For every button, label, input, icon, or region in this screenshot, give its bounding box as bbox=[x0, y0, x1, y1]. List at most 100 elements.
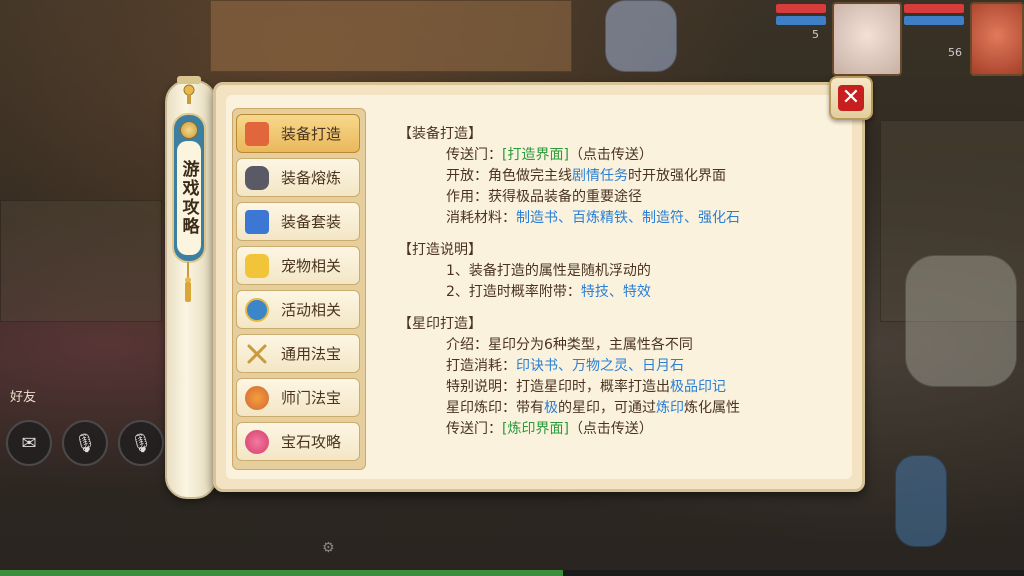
star-intro-row: 介绍：星印分为6种类型，主属性各不同 bbox=[446, 337, 693, 353]
star-refine-prefix: 星印炼印：带有 bbox=[446, 400, 544, 416]
nav-item-gem[interactable]: 宝石攻略 bbox=[236, 422, 360, 461]
star-portal-link[interactable]: [炼印界面] bbox=[502, 421, 569, 437]
voice-button[interactable]: 🎙 bbox=[62, 420, 108, 466]
star-special-link: 极品印记 bbox=[670, 379, 726, 395]
microphone-icon: 🎙 bbox=[129, 432, 153, 454]
npc-character[interactable] bbox=[895, 455, 947, 547]
star-cost-sep: 、 bbox=[558, 358, 572, 374]
close-button[interactable]: ✕ bbox=[829, 76, 873, 120]
coin-icon bbox=[180, 121, 198, 139]
gourd-treasure-icon bbox=[245, 385, 269, 410]
armor-set-icon bbox=[245, 209, 269, 234]
star-refine-mid: 的星印，可通过 bbox=[558, 400, 656, 416]
pet-level: 5 bbox=[812, 28, 819, 41]
notes-line-2-sep: 、 bbox=[608, 284, 623, 300]
star-cost-3: 日月石 bbox=[642, 358, 684, 374]
gear-icon[interactable]: ⚙ bbox=[322, 540, 335, 556]
star-cost-1: 印诀书 bbox=[516, 358, 558, 374]
close-icon: ✕ bbox=[838, 85, 864, 111]
party-hud: 5 56 bbox=[724, 0, 1024, 84]
star-portal-prefix: 传送门： bbox=[446, 421, 502, 437]
notes-line-2-a: 特技 bbox=[580, 284, 609, 300]
scroll-title-inner: 游戏攻略 bbox=[177, 141, 201, 255]
forge-mat-1: 制造书 bbox=[516, 210, 558, 226]
pet-mp-bar bbox=[776, 16, 826, 25]
exp-bar-fill bbox=[0, 570, 564, 576]
forge-materials-row: 消耗材料：制造书、百炼精铁、制造符、强化石 bbox=[446, 208, 838, 229]
nav-item-sect-treasure[interactable]: 师门法宝 bbox=[236, 378, 360, 417]
forge-mat-2: 百炼精铁 bbox=[572, 210, 628, 226]
star-cost-2: 万物之灵 bbox=[572, 358, 628, 374]
activity-badge-icon bbox=[245, 297, 269, 322]
star-refine-row: 星印炼印：带有极的星印，可通过炼印炼化属性 bbox=[446, 398, 838, 419]
section-title-forge: 【装备打造】 bbox=[398, 126, 482, 142]
chat-bubble-icon: ✉ bbox=[21, 432, 37, 454]
nav-item-set[interactable]: 装备套装 bbox=[236, 202, 360, 241]
nav-item-label: 活动相关 bbox=[281, 301, 342, 319]
star-special-prefix: 特别说明：打造星印时，概率打造出 bbox=[446, 379, 670, 395]
star-cost-prefix: 打造消耗： bbox=[446, 358, 516, 374]
nav-item-common-treasure[interactable]: 通用法宝 bbox=[236, 334, 360, 373]
section-title-star: 【星印打造】 bbox=[398, 316, 482, 332]
nav-item-label: 装备熔炼 bbox=[281, 169, 342, 187]
player-portrait[interactable] bbox=[970, 2, 1024, 76]
star-portal-suffix: （点击传送） bbox=[568, 421, 653, 437]
forge-portal-row: 传送门：[打造界面]（点击传送） bbox=[446, 145, 838, 166]
notes-line-2: 2、打造时概率附带：特技、特效 bbox=[446, 282, 838, 303]
scroll-title: 游戏攻略 bbox=[178, 160, 199, 236]
nav-item-label: 通用法宝 bbox=[281, 345, 342, 363]
pet-hp-bar bbox=[776, 4, 826, 13]
star-cost-sep: 、 bbox=[628, 358, 642, 374]
star-refine-ji: 极 bbox=[544, 400, 558, 416]
star-cost-row: 打造消耗：印诀书、万物之灵、日月石 bbox=[446, 356, 838, 377]
forge-open-link: 剧情任务 bbox=[572, 168, 628, 184]
star-portal-row: 传送门：[炼印界面]（点击传送） bbox=[446, 419, 838, 440]
nav-item-pet[interactable]: 宠物相关 bbox=[236, 246, 360, 285]
section-title-notes: 【打造说明】 bbox=[398, 242, 482, 258]
forge-portal-prefix: 传送门： bbox=[446, 147, 502, 163]
scroll-cap bbox=[177, 76, 201, 84]
player-hp-bar bbox=[904, 4, 964, 13]
forge-mat-sep: 、 bbox=[684, 210, 698, 226]
guide-content: 【装备打造】 传送门：[打造界面]（点击传送） 开放：角色做完主线剧情任务时开放… bbox=[398, 124, 838, 440]
forge-mat-prefix: 消耗材料： bbox=[446, 210, 516, 226]
friend-label[interactable]: 好友 bbox=[10, 386, 36, 405]
forge-open-prefix: 开放：角色做完主线 bbox=[446, 168, 572, 184]
forge-open-row: 开放：角色做完主线剧情任务时开放强化界面 bbox=[446, 166, 838, 187]
ornament-icon bbox=[183, 84, 195, 104]
scene-building bbox=[0, 200, 162, 322]
scene-roof bbox=[210, 0, 572, 72]
star-refine-suffix: 炼化属性 bbox=[684, 400, 740, 416]
notes-line-2-b: 特效 bbox=[622, 284, 651, 300]
chat-button[interactable]: ✉ bbox=[6, 420, 52, 466]
forge-open-suffix: 时开放强化界面 bbox=[628, 168, 726, 184]
star-refine-link: 炼印 bbox=[656, 400, 684, 416]
player-character[interactable] bbox=[605, 0, 677, 72]
forge-mat-sep: 、 bbox=[628, 210, 642, 226]
microphone-icon: 🎙 bbox=[73, 432, 97, 454]
nav-item-label: 宝石攻略 bbox=[281, 433, 342, 451]
forge-mat-3: 制造符 bbox=[642, 210, 684, 226]
pet-portrait[interactable] bbox=[832, 2, 902, 76]
nav-item-label: 师门法宝 bbox=[281, 389, 342, 407]
nav-item-smelt[interactable]: 装备熔炼 bbox=[236, 158, 360, 197]
nav-item-label: 装备打造 bbox=[281, 125, 342, 143]
star-special-row: 特别说明：打造星印时，概率打造出极品印记 bbox=[446, 377, 838, 398]
gem-orb-icon bbox=[245, 429, 269, 454]
nav-item-label: 装备套装 bbox=[281, 213, 342, 231]
forge-portal-link[interactable]: [打造界面] bbox=[502, 147, 569, 163]
tassel-icon bbox=[185, 262, 191, 302]
forge-mat-4: 强化石 bbox=[698, 210, 740, 226]
elephant-statue bbox=[905, 255, 1017, 387]
exp-bar bbox=[0, 570, 1024, 576]
ore-stone-icon bbox=[245, 165, 269, 190]
guide-category-list: 装备打造 装备熔炼 装备套装 宠物相关 活动相关 通用法宝 师门法宝 宝石攻略 bbox=[232, 108, 366, 470]
pet-face-icon bbox=[245, 253, 269, 278]
scroll-title-box: 游戏攻略 bbox=[172, 113, 206, 263]
forge-portal-suffix: （点击传送） bbox=[568, 147, 653, 163]
nav-item-forge[interactable]: 装备打造 bbox=[236, 114, 360, 153]
notes-line-2-prefix: 2、打造时概率附带： bbox=[446, 284, 581, 300]
nav-item-activity[interactable]: 活动相关 bbox=[236, 290, 360, 329]
